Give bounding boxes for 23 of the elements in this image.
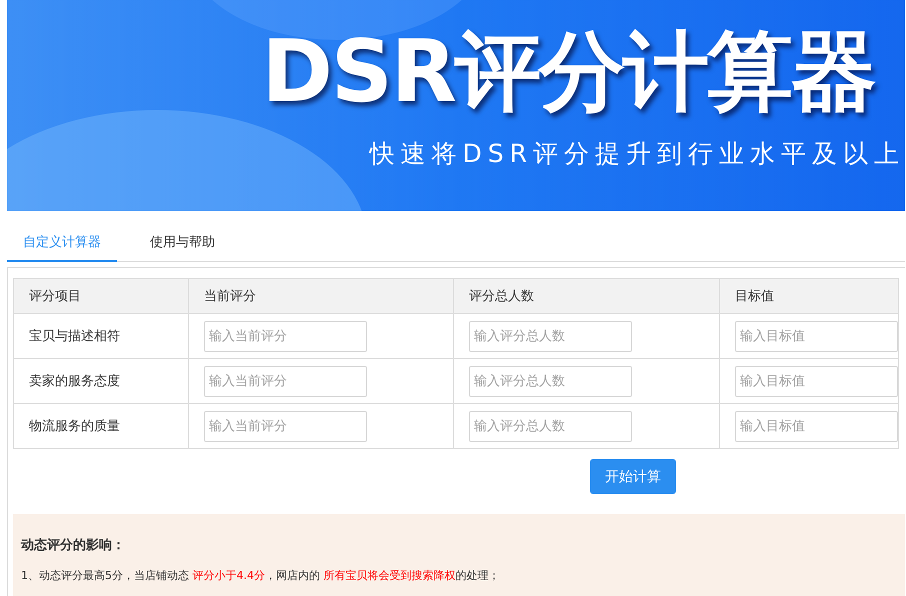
column-header: 评分总人数 bbox=[453, 278, 720, 314]
calculate-button[interactable]: 开始计算 bbox=[590, 459, 676, 494]
input-field[interactable]: 输入评分总人数 bbox=[468, 320, 632, 352]
input-field[interactable]: 输入当前评分 bbox=[204, 320, 367, 352]
table-cell: 物流服务的质量 bbox=[14, 404, 188, 448]
input-field[interactable]: 输入目标值 bbox=[735, 320, 898, 352]
input-field[interactable]: 输入当前评分 bbox=[204, 410, 367, 442]
banner-subtitle: 快速将DSR评分提升到行业水平及以上 bbox=[370, 138, 905, 170]
banner-title: DSR评分计算器 bbox=[261, 22, 875, 122]
column-header: 目标值 bbox=[720, 278, 898, 314]
input-field[interactable]: 输入目标值 bbox=[735, 366, 898, 396]
tab[interactable]: 自定义计算器 bbox=[7, 233, 117, 262]
input-field[interactable]: 输入目标值 bbox=[735, 410, 898, 442]
column-header: 评分项目 bbox=[14, 278, 188, 314]
tab[interactable]: 使用与帮助 bbox=[134, 233, 231, 261]
table-cell: 卖家的服务态度 bbox=[14, 358, 188, 404]
table-cell: 宝贝与描述相符 bbox=[14, 314, 188, 358]
input-field[interactable]: 输入当前评分 bbox=[204, 366, 367, 396]
column-header: 当前评分 bbox=[188, 278, 454, 314]
note-text: 1、动态评分最高5分，当店铺动态 评分小于4.4分，网店内的 所有宝贝将会受到搜索降权的处理； bbox=[21, 568, 500, 583]
input-field[interactable]: 输入评分总人数 bbox=[468, 366, 632, 396]
notes-heading: 动态评分的影响： bbox=[21, 537, 126, 554]
input-field[interactable]: 输入评分总人数 bbox=[468, 410, 632, 442]
